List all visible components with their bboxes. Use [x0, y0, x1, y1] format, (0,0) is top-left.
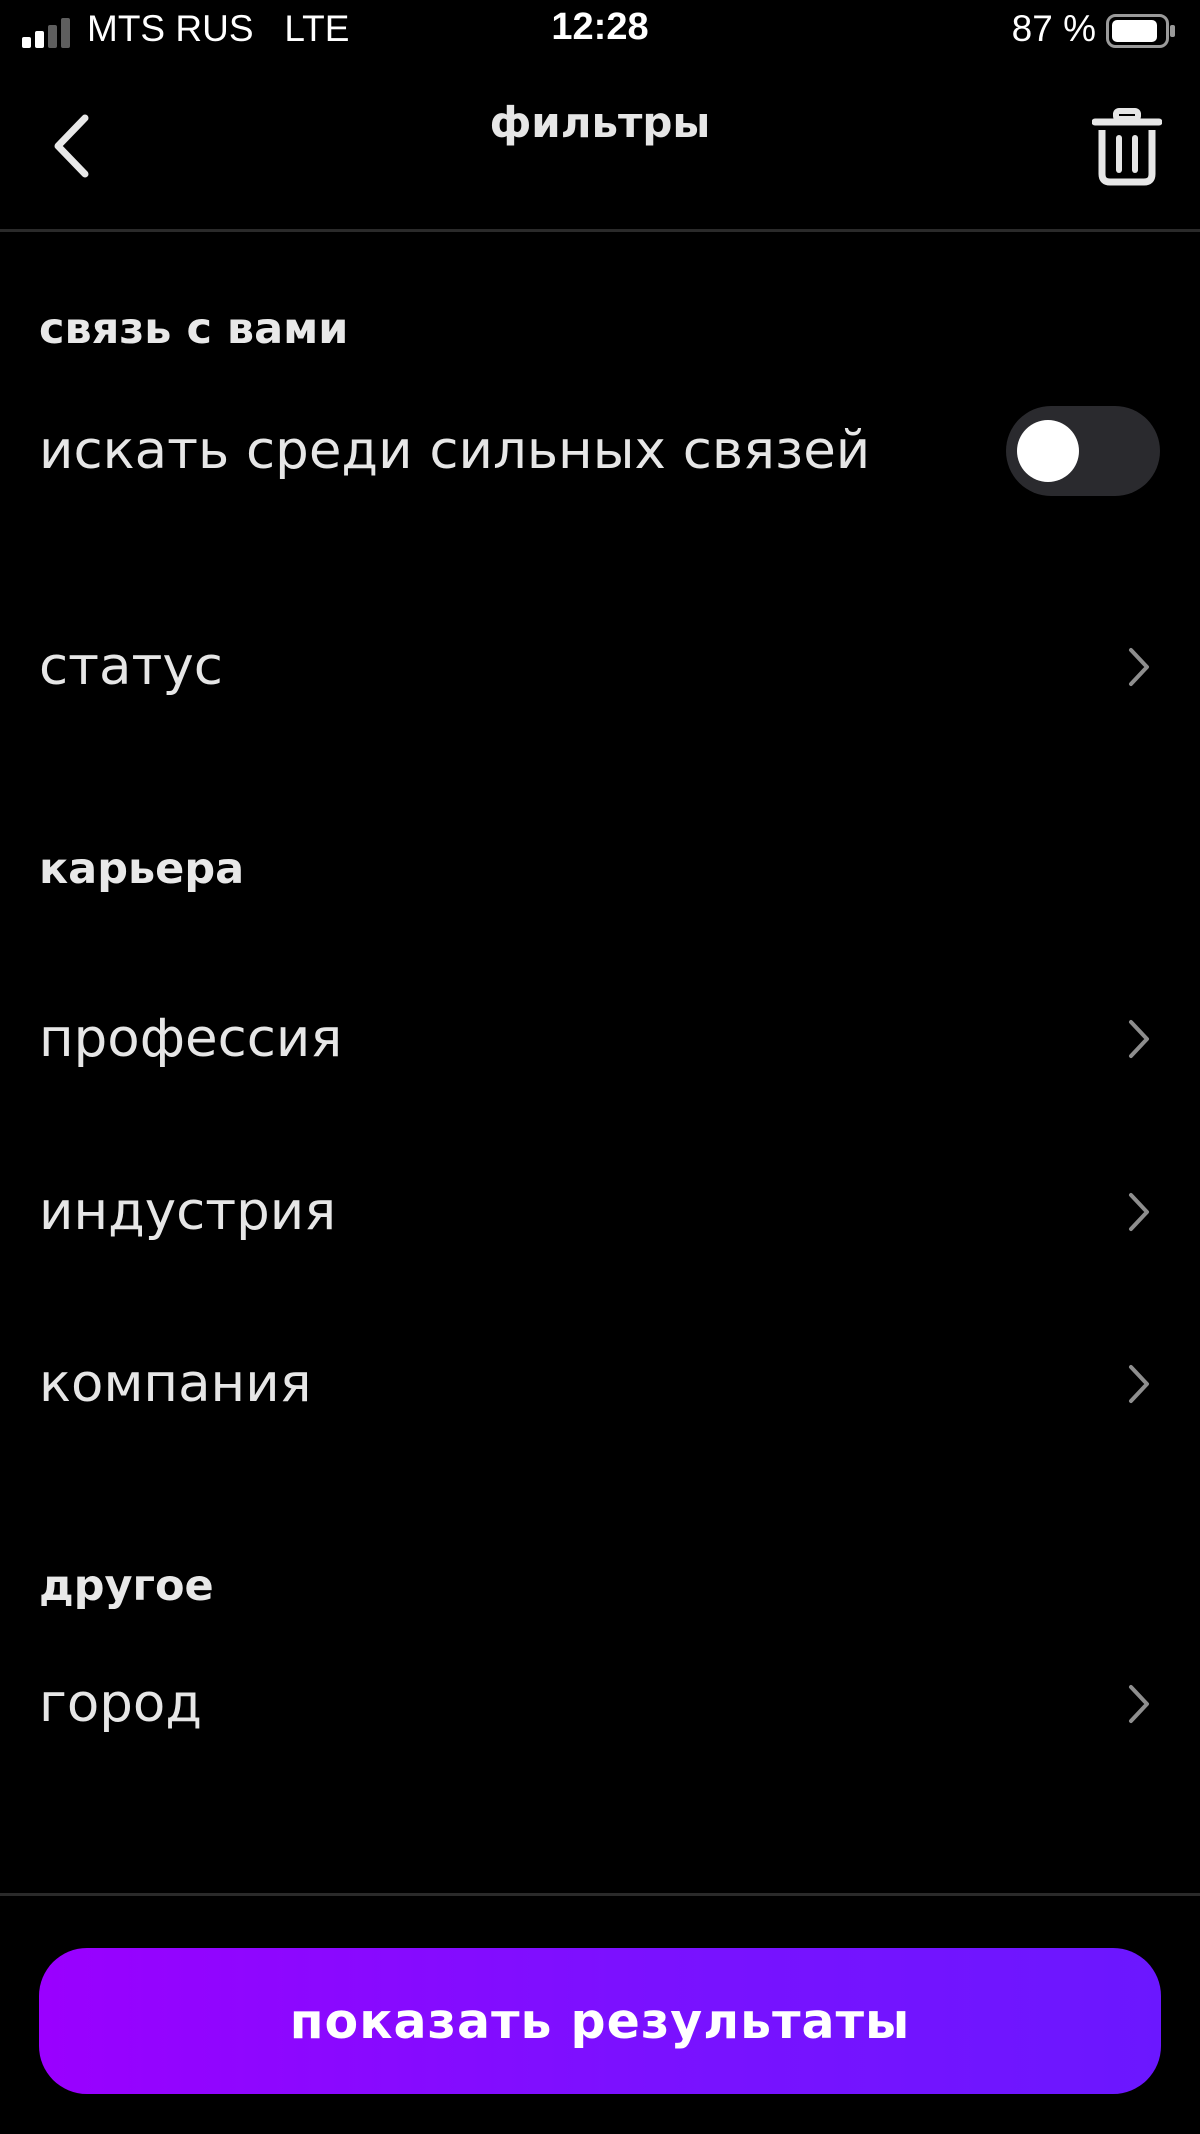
trash-icon — [1092, 108, 1162, 186]
section-title-career: карьера — [39, 844, 245, 894]
filter-row-status[interactable]: статус — [0, 612, 1200, 722]
toggle-knob — [1017, 420, 1079, 482]
section-title-connection: связь с вами — [39, 304, 349, 354]
chevron-right-icon — [1129, 1193, 1149, 1231]
strong-ties-toggle[interactable] — [1006, 406, 1160, 496]
battery-icon — [1106, 14, 1175, 48]
battery-percent: 87 % — [1011, 8, 1096, 49]
footer-divider — [0, 1893, 1200, 1896]
chevron-right-icon — [1129, 1020, 1149, 1058]
filter-row-city[interactable]: город — [0, 1649, 1200, 1759]
filter-row-company[interactable]: компания — [0, 1329, 1200, 1439]
show-results-button[interactable]: показать результаты — [39, 1948, 1161, 2094]
strong-ties-label: искать среди сильных связей — [39, 420, 871, 481]
chevron-right-icon — [1129, 648, 1149, 686]
status-bar: MTS RUS LTE 12:28 87 % — [0, 0, 1200, 66]
chevron-right-icon — [1129, 1685, 1149, 1723]
filter-row-label: профессия — [39, 1008, 343, 1069]
filter-row-label: город — [39, 1673, 202, 1734]
section-title-other: другое — [39, 1561, 214, 1611]
nav-header: фильтры — [0, 66, 1200, 232]
page-title: фильтры — [489, 98, 711, 147]
filter-row-profession[interactable]: профессия — [0, 984, 1200, 1094]
filter-row-label: индустрия — [39, 1181, 337, 1242]
chevron-right-icon — [1129, 1365, 1149, 1403]
clear-filters-button[interactable] — [1090, 104, 1164, 190]
filter-row-label: статус — [39, 636, 223, 697]
filter-row-industry[interactable]: индустрия — [0, 1157, 1200, 1267]
filter-row-label: компания — [39, 1353, 312, 1414]
